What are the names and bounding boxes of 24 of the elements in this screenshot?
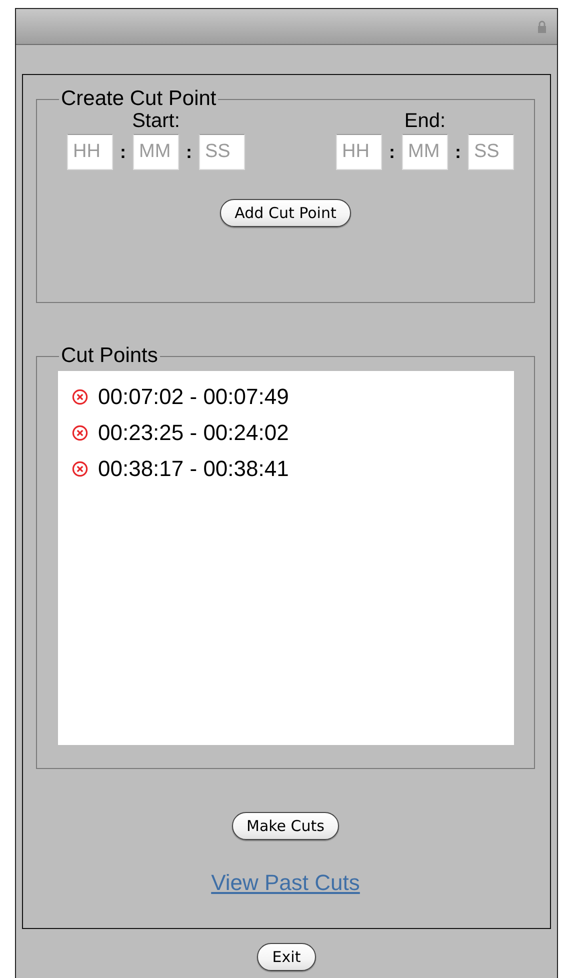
- time-separator: :: [388, 142, 396, 162]
- time-field[interactable]: HH: [336, 134, 382, 170]
- remove-icon[interactable]: [72, 425, 88, 441]
- cut-point-range: 00:07:02 - 00:07:49: [98, 384, 289, 410]
- cut-point-range: 00:23:25 - 00:24:02: [98, 420, 289, 446]
- time-field[interactable]: MM: [133, 134, 179, 170]
- group-title: Cut Points: [60, 344, 159, 368]
- remove-icon[interactable]: [72, 461, 88, 477]
- time-field[interactable]: HH: [67, 134, 113, 170]
- time-separator: :: [454, 142, 462, 162]
- time-separator: :: [119, 142, 127, 162]
- time-label: Start:: [132, 109, 180, 133]
- button[interactable]: Add Cut Point: [220, 199, 352, 227]
- lock-icon: [537, 20, 547, 34]
- time-separator: :: [185, 142, 193, 162]
- time-label: End:: [404, 109, 446, 133]
- exit-button[interactable]: Exit: [257, 943, 316, 971]
- cut-point-range: 00:38:17 - 00:38:41: [98, 456, 289, 482]
- remove-icon[interactable]: [72, 389, 88, 405]
- time-field[interactable]: SS: [199, 134, 245, 170]
- time-field[interactable]: MM: [402, 134, 448, 170]
- time-field[interactable]: SS: [468, 134, 514, 170]
- make-cuts-button[interactable]: Make Cuts: [232, 812, 340, 840]
- group-title: Create Cut Point: [60, 87, 218, 111]
